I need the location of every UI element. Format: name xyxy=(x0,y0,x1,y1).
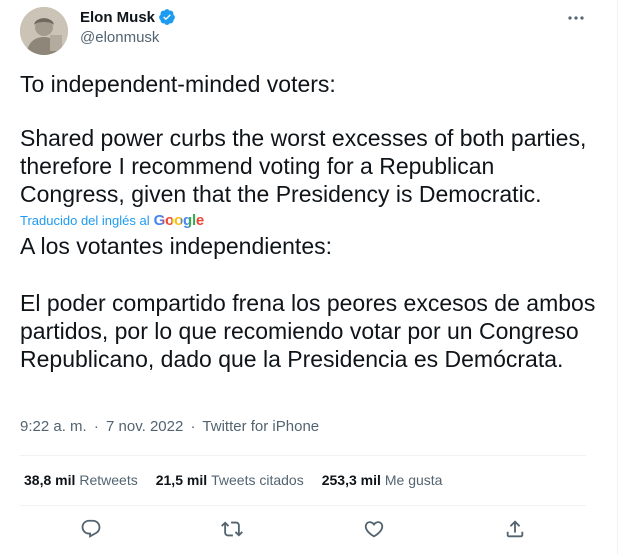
translation-text-intro: A los votantes independientes: xyxy=(20,233,333,259)
verified-badge-icon xyxy=(158,8,176,26)
tweet-text-body: Shared power curbs the worst excesses of… xyxy=(20,125,587,207)
right-sidebar-edge xyxy=(618,0,638,555)
likes-count: 253,3 mil xyxy=(321,472,381,488)
quotes-stat[interactable]: 21,5 mil Tweets citados xyxy=(156,472,304,488)
tweet-meta: 9:22 a. m. · 7 nov. 2022 · Twitter for i… xyxy=(20,418,319,435)
tweet-date[interactable]: 7 nov. 2022 xyxy=(106,418,183,435)
display-name[interactable]: Elon Musk xyxy=(80,9,155,26)
meta-separator: · xyxy=(93,418,99,435)
divider xyxy=(20,455,586,456)
share-icon[interactable] xyxy=(504,518,526,540)
retweets-label: Retweets xyxy=(79,472,138,488)
handle[interactable]: @elonmusk xyxy=(80,29,159,46)
tweet-time[interactable]: 9:22 a. m. xyxy=(20,418,87,435)
like-icon[interactable] xyxy=(363,518,385,540)
quotes-label: Tweets citados xyxy=(211,472,304,488)
more-options-icon[interactable] xyxy=(566,8,586,28)
tweet-stats: 38,8 mil Retweets 21,5 mil Tweets citados … xyxy=(24,472,442,488)
tweet-source[interactable]: Twitter for iPhone xyxy=(202,418,319,435)
quotes-count: 21,5 mil xyxy=(155,472,208,488)
retweets-count: 38,8 mil xyxy=(24,472,76,488)
tweet-actions xyxy=(20,510,586,550)
reply-icon[interactable] xyxy=(80,518,102,540)
google-brand: Google xyxy=(153,212,205,229)
translated-by-link[interactable]: Traducido del inglés al Google xyxy=(20,212,204,229)
avatar[interactable] xyxy=(20,7,68,55)
tweet-text-intro: To independent-minded voters: xyxy=(20,71,336,97)
retweets-stat[interactable]: 38,8 mil Retweets xyxy=(24,472,138,488)
tweet-detail: Elon Musk @elonmusk To independent-minde… xyxy=(0,0,617,555)
google-logo: Google xyxy=(153,212,205,229)
translation-text-body: El poder compartido frena los peores exc… xyxy=(20,290,596,372)
translated-label: Traducido del inglés al xyxy=(20,213,150,228)
meta-separator: · xyxy=(190,418,196,435)
divider xyxy=(20,505,586,506)
name-row: Elon Musk xyxy=(80,7,176,27)
likes-stat[interactable]: 253,3 mil Me gusta xyxy=(322,472,443,488)
likes-label: Me gusta xyxy=(384,472,443,488)
retweet-icon[interactable] xyxy=(221,518,243,540)
